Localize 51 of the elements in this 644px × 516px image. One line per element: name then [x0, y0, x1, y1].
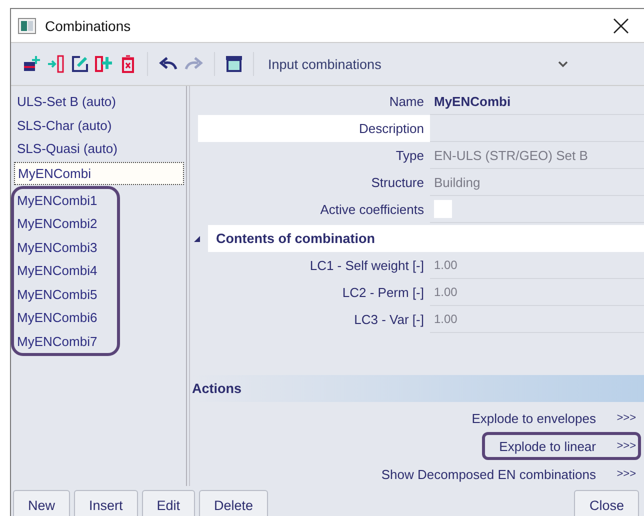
property-value: Building — [434, 174, 480, 190]
list-item[interactable]: MyENCombi4 — [14, 259, 117, 282]
window-title: Combinations — [45, 18, 132, 34]
close-icon[interactable] — [613, 18, 629, 34]
action-link[interactable]: Show Decomposed EN combinations — [381, 466, 596, 482]
edit-icon[interactable] — [71, 55, 89, 73]
action-link[interactable]: Explode to envelopes — [472, 410, 596, 426]
insert-column-icon[interactable] — [95, 55, 113, 73]
list-item[interactable]: SLS-Quasi (auto) — [14, 137, 184, 160]
property-label: LC2 - Perm [-] — [341, 284, 425, 302]
add-row-icon[interactable] — [23, 55, 41, 73]
property-label: LC3 - Var [-] — [353, 311, 425, 329]
list-item[interactable]: SLS-Char (auto) — [14, 114, 184, 137]
list-item[interactable]: MyENCombi3 — [14, 236, 117, 259]
actions-header: Actions — [190, 375, 644, 402]
property-label: Name — [388, 93, 425, 111]
list-item[interactable]: MyENCombi — [14, 162, 184, 184]
insert-icon[interactable] — [47, 55, 65, 73]
action-arrow[interactable]: >>> — [596, 468, 638, 480]
property-label: Active coefficients — [319, 201, 425, 219]
list-item[interactable]: MyENCombi6 — [14, 306, 117, 330]
dialog-button[interactable]: Edit — [142, 490, 196, 516]
list-item[interactable]: MyENCombi1 — [14, 188, 117, 212]
dialog-button[interactable]: New — [13, 490, 70, 516]
property-value: 1.00 — [434, 312, 458, 326]
archive-icon[interactable] — [225, 55, 243, 73]
list-item[interactable]: ULS-Set B (auto) — [14, 90, 184, 114]
property-value: 1.00 — [434, 258, 458, 272]
property-value: EN-ULS (STR/GEO) Set B — [434, 148, 588, 162]
action-arrow[interactable]: >>> — [596, 440, 638, 452]
list-item[interactable]: MyENCombi2 — [14, 212, 117, 236]
chevron-down-icon — [558, 60, 568, 68]
combination-dropdown[interactable]: Input combinations — [264, 56, 580, 72]
property-label: Structure — [370, 174, 425, 192]
collapse-icon[interactable] — [194, 236, 200, 242]
property-value: 1.00 — [434, 285, 458, 299]
close-button[interactable]: Close — [574, 490, 639, 516]
action-arrow[interactable]: >>> — [596, 412, 638, 424]
property-label: Type — [394, 147, 425, 165]
property-label: LC1 - Self weight [-] — [308, 257, 425, 275]
list-item[interactable]: MyENCombi5 — [14, 282, 117, 306]
section-header: Contents of combination — [208, 225, 644, 252]
list-item[interactable]: MyENCombi7 — [14, 330, 117, 353]
window-icon — [18, 18, 36, 34]
property-value: MyENCombi — [434, 94, 511, 108]
dialog-button[interactable]: Insert — [74, 490, 138, 516]
action-link[interactable]: Explode to linear — [499, 438, 596, 454]
checkbox[interactable] — [434, 200, 452, 218]
property-label: Description — [198, 115, 430, 142]
dialog-button[interactable]: Delete — [199, 490, 268, 516]
delete-icon[interactable] — [119, 55, 137, 73]
